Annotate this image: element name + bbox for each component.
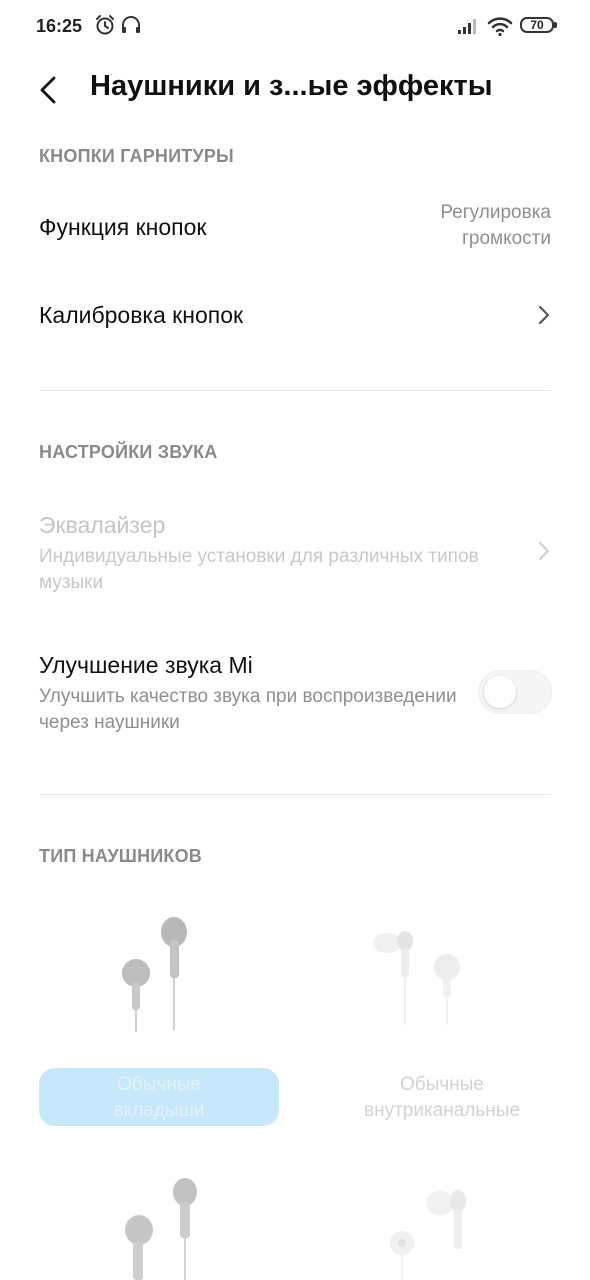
section-title-headphone-type: ТИП НАУШНИКОВ [39,846,202,866]
divider [39,794,551,795]
headphone-type-earbuds-button[interactable]: Обычные вкладыши [39,1068,279,1126]
button-calibration-row[interactable]: Калибровка кнопок [0,290,590,342]
header: Наушники и з...ые эффекты [0,52,590,128]
headset-icon [122,16,140,33]
equalizer-row[interactable]: Эквалайзер Индивидуальные установки для … [0,508,590,598]
button-function-value-line2: громкости [461,228,551,249]
back-button[interactable] [32,72,68,108]
status-bar: 16:25 70 [0,0,590,52]
headphones-with-mic-icon[interactable] [115,1172,215,1280]
headphone-type-in-ear-line2: внутриканальные [363,1100,521,1121]
in-ear-with-mic-icon[interactable] [380,1185,480,1280]
headphone-type-in-ear-button[interactable]: Обычные внутриканальные [312,1072,572,1124]
chevron-left-icon [40,76,56,104]
headphone-type-earbuds-line1: Обычные [117,1074,201,1095]
wifi-icon [487,17,513,37]
equalizer-title: Эквалайзер [39,512,166,538]
headphone-type-in-ear-line1: Обычные [400,1074,484,1095]
headphone-type-earbuds-line2: вкладыши [113,1100,205,1121]
equalizer-subtitle: Индивидуальные установки для различных т… [39,546,479,593]
mi-sound-toggle[interactable] [478,670,552,714]
in-ear-icon[interactable] [365,925,475,1035]
button-function-value-line1: Регулировка [440,202,551,223]
battery-icon: 70 [520,17,557,33]
mi-sound-title: Улучшение звука Mi [39,652,253,678]
chevron-right-icon [538,305,550,325]
page-title: Наушники и з...ые эффекты [90,70,493,102]
mi-sound-subtitle: Улучшить качество звука при воспроизведе… [39,686,457,733]
button-function-value: Регулировка громкости [381,200,551,252]
section-title-sound-settings: НАСТРОЙКИ ЗВУКА [39,442,218,462]
alarm-icon [96,15,114,35]
button-function-row[interactable]: Функция кнопок Регулировка громкости [0,200,590,260]
chevron-right-icon [538,541,550,561]
status-time: 16:25 [36,16,83,36]
signal-icon [458,19,476,34]
button-calibration-title: Калибровка кнопок [39,302,244,328]
section-title-headset-buttons: КНОПКИ ГАРНИТУРЫ [39,146,234,166]
button-function-title: Функция кнопок [39,214,207,240]
headphone-type-earbuds-label: Обычные вкладыши [39,1072,279,1124]
toggle-knob [484,676,516,708]
earbuds-icon[interactable] [110,910,200,1040]
battery-level: 70 [530,18,544,32]
divider [39,390,551,391]
